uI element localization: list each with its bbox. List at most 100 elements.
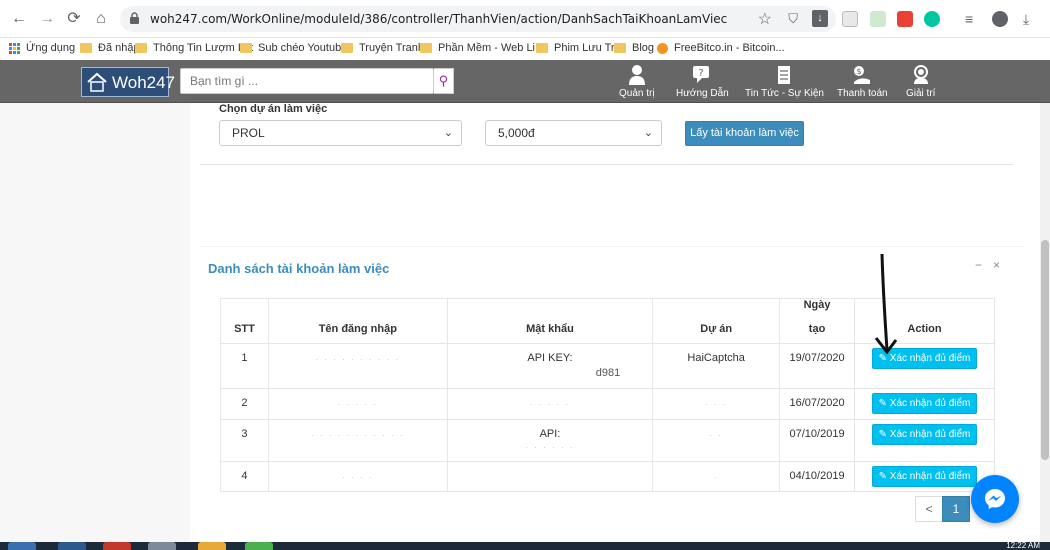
logo-text: Woh247 [112,73,176,92]
redacted-text: · · · · · [529,400,571,409]
site-logo[interactable]: Woh247 [81,67,175,97]
taskbar-app-icon[interactable] [103,542,131,550]
extension-pdf-icon[interactable] [897,11,913,27]
folder-icon [135,43,147,53]
bookmarks-bar: Ứng dụng Đã nhập Thông Tin Lượm Lặt Sub … [0,38,1050,60]
queue-icon[interactable]: ≡ [965,11,981,27]
redacted-text: · · [709,431,723,440]
folder-icon [80,43,92,53]
col-date-line2: tạo [808,323,826,335]
bookmark-label: Phần Mềm - Web Li... [438,42,545,54]
svg-text:$: $ [857,67,862,76]
bookmark-apps[interactable]: Ứng dụng [9,42,75,54]
password-tail: d981 [595,367,621,379]
project-select[interactable]: PROL ⌄ [219,120,462,146]
bookmark-label: Đã nhập [98,42,140,54]
amount-select[interactable]: 5,000đ ⌄ [485,120,662,146]
cell-date: 16/07/2020 [779,388,856,420]
pagination-page-1[interactable]: 1 [942,496,970,522]
cell-stt: 3 [220,419,269,462]
taskbar-clock: 12:22 AM [1006,541,1040,550]
menu-payment[interactable]: $ Thanh toán [837,64,888,99]
bookmark-item[interactable]: Đã nhập [80,42,140,54]
bookmark-item[interactable]: Phim Lưu Trữ [536,42,622,54]
taskbar-app-icon[interactable] [198,542,226,550]
menu-entertainment[interactable]: Giải trí [906,64,935,99]
extension-calendar-icon[interactable] [842,11,858,27]
cell-project: · [652,461,781,492]
col-date-line1: Ngày [803,299,831,311]
svg-text:?: ? [699,68,704,79]
menu-label: Thanh toán [837,88,888,99]
cell-password [446,461,654,492]
folder-icon [536,43,548,53]
taskbar-app-icon[interactable] [58,542,86,550]
bookmark-label: Thông Tin Lượm Lặt [153,42,254,54]
menu-label: Quản trị [619,88,655,99]
redacted-text: · · · · · · · · · · · [311,431,405,440]
cell-username: · · · · · · · · · · [267,343,448,389]
bookmark-item[interactable]: FreeBitco.in - Bitcoin... [657,42,785,54]
news-icon [778,66,791,84]
confirm-points-label: Xác nhận đủ điểm [889,429,971,440]
menu-guide[interactable]: ? Hướng Dẫn [676,64,729,99]
edit-icon: ✎ [878,471,887,482]
bookmark-item[interactable]: Phần Mềm - Web Li... [420,42,544,54]
home-icon[interactable]: ⌂ [91,9,111,29]
close-icon[interactable]: × [993,258,1000,272]
cell-stt: 4 [220,461,269,492]
confirm-points-button[interactable]: ✎ Xác nhận đủ điểm [871,393,978,414]
redacted-text: · · · · · · [525,443,575,452]
menu-admin[interactable]: Quản trị [619,64,655,99]
bookmark-item[interactable]: Thông Tin Lượm Lặt [135,42,253,54]
address-bar[interactable]: woh247.com/WorkOnline/moduleId/386/contr… [120,6,836,32]
bookmark-item[interactable]: Blog [614,42,654,54]
confirm-points-button[interactable]: ✎ Xác nhận đủ điểm [871,424,978,445]
cell-stt: 1 [220,343,269,389]
chevron-down-icon: ⌄ [443,127,453,139]
amount-select-value: 5,000đ [498,126,535,140]
collapse-icon[interactable]: − [975,258,982,272]
table-row: 4 · · · · · 04/10/2019 ✎ Xác nhận đủ điể… [220,461,995,492]
cell-username: · · · · · · · · · · · [267,419,448,462]
password-text: API KEY: [527,352,573,364]
project-select-value: PROL [232,126,265,140]
extension-eye-icon[interactable] [924,11,940,27]
scrollbar-thumb[interactable] [1041,240,1049,460]
bookmark-label: Truyện Tranh [359,42,425,54]
download-arrow-icon[interactable]: ⤓ [1018,11,1034,27]
confirm-points-button[interactable]: ✎ Xác nhận đủ điểm [871,466,978,487]
menu-label: Tin Tức - Sự Kiện [745,88,824,99]
taskbar-app-icon[interactable] [245,542,273,550]
messenger-icon [985,489,1005,509]
payment-icon: $ [854,66,871,84]
site-header: Woh247 ⚲ Quản trị ? Hướng Dẫn Tin Tức - … [0,60,1050,103]
cell-date: 04/10/2019 [779,461,856,492]
cell-date: 07/10/2019 [779,419,856,462]
search-icon[interactable]: ⚲ [434,68,454,94]
download-icon[interactable]: ↓ [812,10,828,27]
redacted-text: · · · [704,400,728,409]
col-password: Mật khẩu [446,298,654,344]
profile-avatar-icon[interactable] [992,11,1008,27]
forward-icon[interactable]: → [37,9,57,29]
menu-news[interactable]: Tin Tức - Sự Kiện [745,64,824,99]
extension-leaf-icon[interactable] [870,11,886,27]
cell-stt: 2 [220,388,269,420]
taskbar-app-icon[interactable] [148,542,176,550]
annotation-arrow [874,253,898,355]
start-icon[interactable] [8,542,36,550]
get-account-button[interactable]: Lấy tài khoản làm việc [685,121,804,146]
reload-icon[interactable]: ⟳ [64,9,84,29]
back-icon[interactable]: ← [9,9,29,29]
bookmark-star-icon[interactable]: ☆ [758,9,772,29]
cell-date: 19/07/2020 [779,343,856,389]
cell-password: · · · · · [446,388,654,420]
messenger-chat-button[interactable] [971,475,1019,523]
pagination-prev[interactable]: < [915,496,943,522]
browser-toolbar: ← → ⟳ ⌂ woh247.com/WorkOnline/moduleId/3… [0,0,1050,38]
bookmark-item[interactable]: Sub chéo Youtube [240,42,347,54]
search-input[interactable] [181,69,433,93]
shield-icon[interactable]: ⛉ [788,11,798,27]
bookmark-item[interactable]: Truyện Tranh [341,42,424,54]
